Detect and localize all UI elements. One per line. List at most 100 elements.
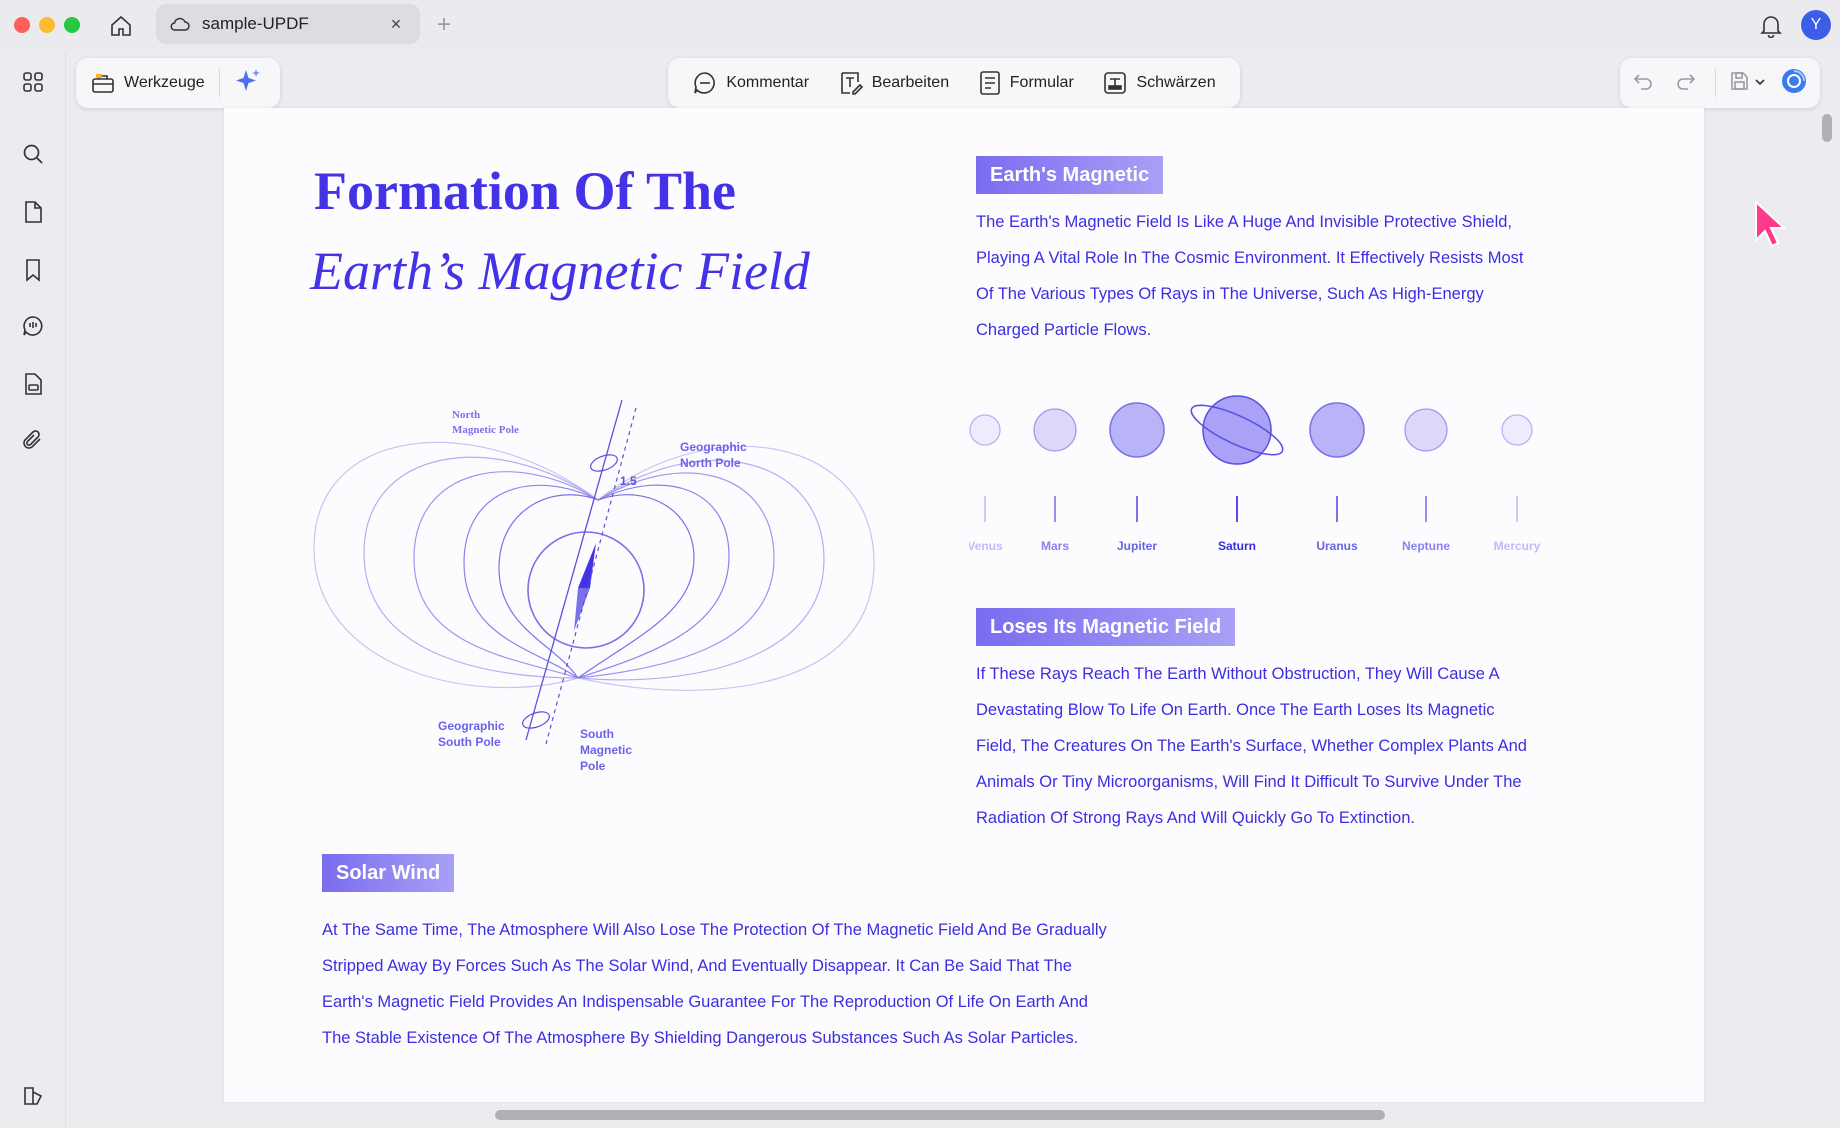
bell-icon (1760, 16, 1782, 38)
tab-title: sample-UPDF (202, 14, 309, 33)
planets-illustration: Venus Mars Jupiter Saturn Uranus Neptune… (969, 395, 1541, 553)
thumbnails-button[interactable] (17, 66, 49, 98)
document-title-line2: Earth’s Magnetic Field (310, 241, 810, 301)
form-mode-button[interactable]: Formular (978, 70, 1074, 96)
earths-magnetic-paragraph: The Earth's Magnetic Field Is Like A Hug… (976, 204, 1523, 348)
planet-venus (969, 414, 1001, 446)
search-button[interactable] (17, 138, 49, 170)
section-heading-loses-field: Loses Its Magnetic Field (976, 608, 1236, 646)
north-magnetic-pole-label-2: Magnetic Pole (452, 424, 519, 436)
notifications-button[interactable] (1756, 11, 1786, 41)
redact-icon (1104, 72, 1127, 94)
geographic-south-label-2: South Pole (438, 735, 501, 749)
section-heading-solar-wind: Solar Wind (322, 854, 455, 892)
horizontal-scrollbar[interactable] (495, 1110, 1385, 1120)
redact-mode-label: Schwärzen (1136, 74, 1216, 91)
geographic-south-label-1: Geographic (438, 719, 505, 733)
south-magnetic-label-3: Pole (580, 759, 606, 773)
comment-mode-button[interactable]: Kommentar (692, 70, 809, 96)
page-icon (25, 201, 42, 223)
geographic-north-label-2: North Pole (680, 456, 741, 470)
edit-mode-button[interactable]: Bearbeiten (838, 70, 949, 96)
minimize-window-button[interactable] (39, 17, 55, 33)
comments-button[interactable] (17, 310, 49, 342)
north-magnetic-pole-label-1: North (452, 409, 480, 421)
document-tab[interactable]: sample-UPDF × (156, 4, 420, 44)
ai-sparkle-button[interactable] (234, 67, 262, 100)
planet-label-saturn: Saturn (1218, 539, 1256, 553)
zoom-window-button[interactable] (64, 17, 80, 33)
planet-jupiter (1109, 402, 1165, 458)
toolbar-divider (218, 69, 220, 97)
tilt-angle-label: 1.5 (620, 474, 637, 488)
chevron-down-icon (1755, 79, 1765, 86)
updf-ai-icon (1782, 68, 1807, 93)
updf-ai-button[interactable] (17, 1080, 49, 1112)
planet-mars (1033, 408, 1077, 452)
edit-text-icon (840, 72, 863, 95)
left-sidebar (0, 52, 66, 1128)
close-window-button[interactable] (14, 17, 30, 33)
document-stamp-icon (25, 373, 42, 395)
save-icon (1731, 71, 1748, 90)
paperclip-icon (23, 430, 41, 449)
paragraph-line: Playing A Vital Role In The Cosmic Envir… (976, 249, 1524, 267)
search-icon (23, 144, 43, 164)
mode-toolbar: Kommentar Bearbeiten Formular Schwärzen (668, 58, 1240, 108)
paragraph-line: Earth's Magnetic Field Provides An Indis… (322, 993, 1088, 1011)
planet-uranus (1309, 402, 1365, 458)
magnetic-field-diagram: North Magnetic Pole Geographic North Pol… (313, 399, 875, 773)
planet-label-jupiter: Jupiter (1117, 539, 1157, 553)
planet-saturn (1190, 395, 1284, 465)
cloud-icon (170, 13, 192, 35)
new-tab-button[interactable]: + (432, 10, 456, 40)
paragraph-line: Radiation Of Strong Rays And Will Quickl… (976, 809, 1415, 827)
comment-mode-label: Kommentar (726, 74, 810, 91)
undo-icon (1633, 73, 1652, 90)
planet-label-mars: Mars (1041, 539, 1069, 553)
tab-close-button[interactable]: × (386, 14, 406, 35)
bookmark-icon (26, 259, 40, 282)
paragraph-line: At The Same Time, The Atmosphere Will Al… (322, 921, 1107, 939)
paragraph-line: Devastating Blow To Life On Earth. Once … (976, 701, 1495, 719)
save-options-button[interactable] (1754, 74, 1772, 92)
tools-button[interactable]: Werkzeuge (90, 71, 205, 95)
undo-button[interactable] (1632, 70, 1659, 97)
redo-button[interactable] (1675, 70, 1702, 97)
section-heading-earths-magnetic: Earth's Magnetic (976, 156, 1164, 194)
solar-wind-paragraph: At The Same Time, The Atmosphere Will Al… (322, 912, 1107, 1056)
tools-pill: Werkzeuge (76, 58, 280, 108)
title-bar: sample-UPDF × + Y (0, 0, 1840, 52)
vertical-scrollbar[interactable] (1822, 114, 1832, 142)
paragraph-line: Charged Particle Flows. (976, 321, 1152, 339)
user-avatar[interactable]: Y (1801, 10, 1831, 40)
mouse-cursor-icon (1755, 199, 1787, 248)
actions-divider (1714, 69, 1716, 97)
document-title-line1: Formation Of The (314, 161, 736, 221)
pdf-page[interactable]: Formation Of The Earth’s Magnetic Field (224, 108, 1704, 1102)
pages-button[interactable] (17, 196, 49, 228)
planet-label-neptune: Neptune (1402, 539, 1450, 553)
paragraph-line: Stripped Away By Forces Such As The Sola… (322, 957, 1072, 975)
edit-mode-label: Bearbeiten (871, 74, 950, 91)
home-button[interactable] (106, 11, 136, 41)
redact-mode-button[interactable]: Schwärzen (1102, 70, 1216, 96)
bookmarks-button[interactable] (17, 254, 49, 286)
planet-label-uranus: Uranus (1316, 539, 1358, 553)
save-button[interactable] (1728, 70, 1752, 97)
paragraph-line: The Stable Existence Of The Atmosphere B… (322, 1029, 1079, 1047)
home-icon (111, 15, 131, 36)
paragraph-line: The Earth's Magnetic Field Is Like A Hug… (976, 213, 1513, 231)
loses-field-paragraph: If These Rays Reach The Earth Without Ob… (976, 656, 1527, 836)
updf-cloud-button[interactable] (1780, 67, 1808, 100)
actions-pill (1620, 58, 1820, 108)
layers-icon (24, 1087, 43, 1105)
form-icon (979, 71, 1000, 95)
paragraph-line: If These Rays Reach The Earth Without Ob… (976, 665, 1500, 683)
planet-label-venus: Venus (969, 539, 1003, 553)
planet-neptune (1404, 408, 1448, 452)
attachments-button[interactable] (17, 424, 49, 456)
stamp-button[interactable] (17, 368, 49, 400)
south-magnetic-label-1: South (580, 727, 614, 741)
paragraph-line: Field, The Creatures On The Earth's Surf… (976, 737, 1527, 755)
